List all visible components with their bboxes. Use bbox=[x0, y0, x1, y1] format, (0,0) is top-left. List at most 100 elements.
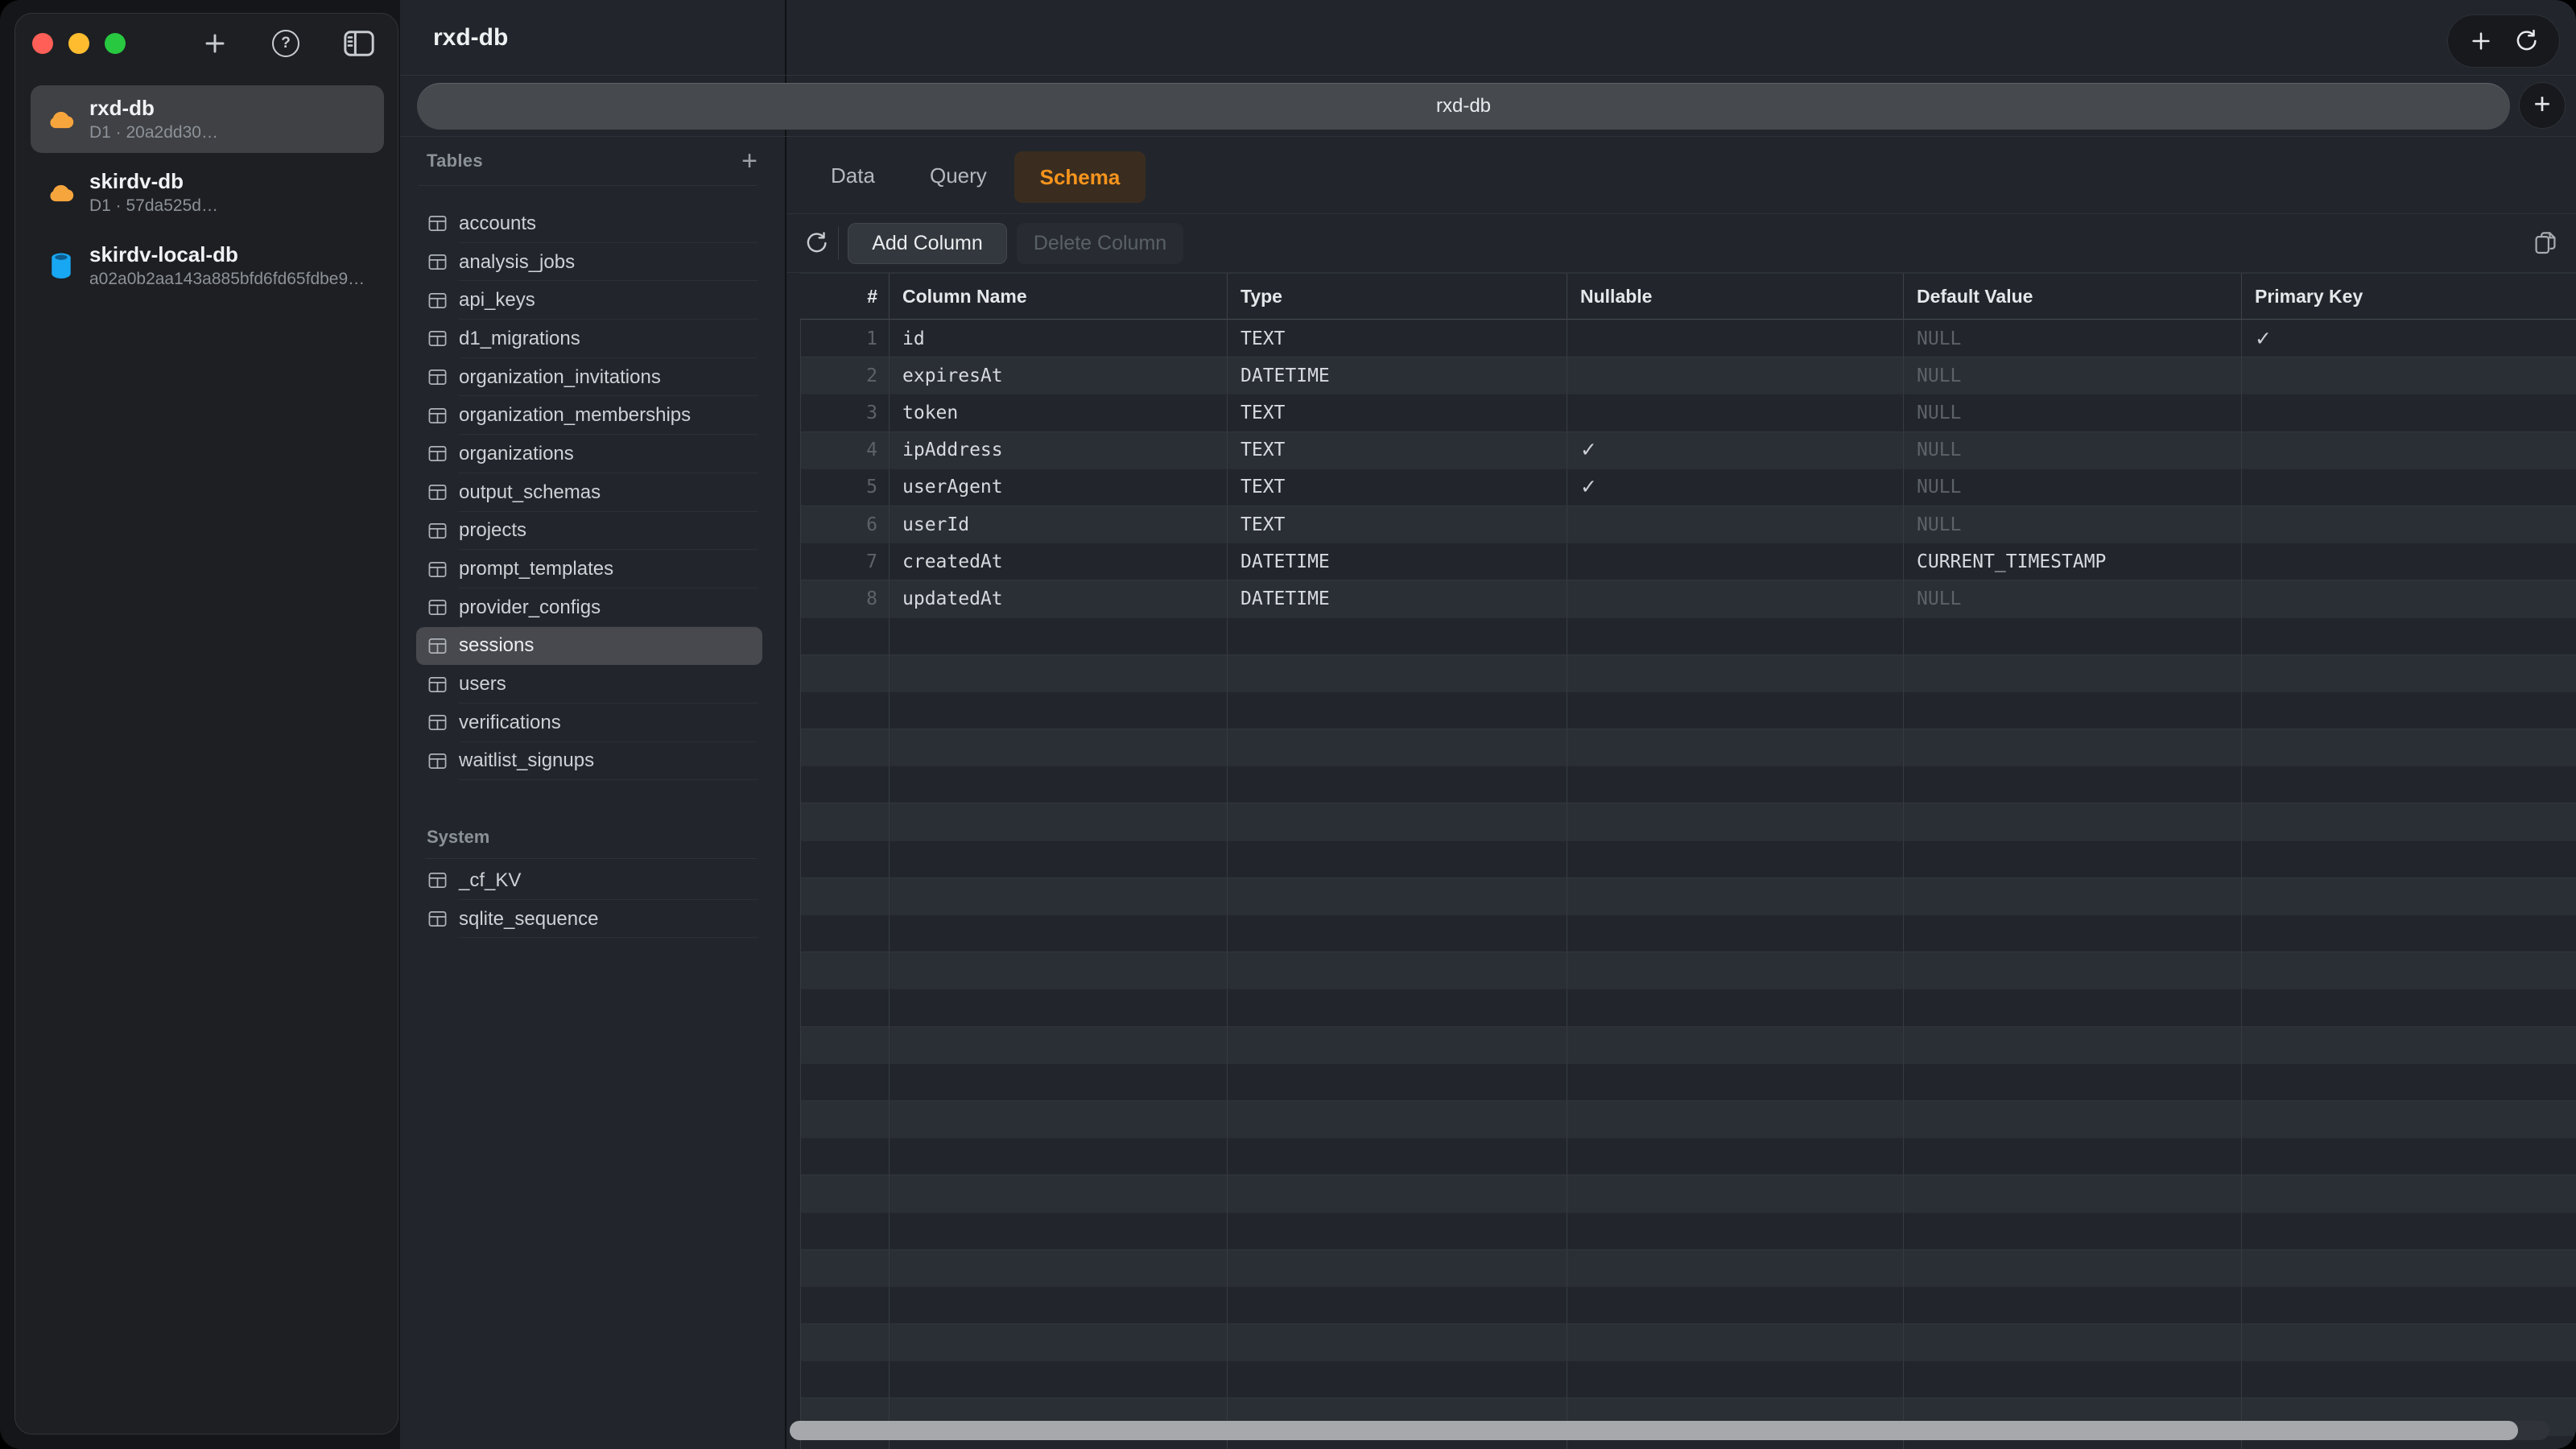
empty-cell bbox=[1903, 952, 2241, 989]
tab-schema[interactable]: Schema bbox=[1014, 151, 1146, 203]
table-name: sessions bbox=[459, 634, 534, 657]
view-tabs: Data Query Schema bbox=[786, 137, 2576, 214]
table-name: accounts bbox=[459, 213, 536, 235]
empty-cell bbox=[2241, 1026, 2576, 1063]
new-connection-button[interactable] bbox=[202, 31, 228, 56]
empty-cell bbox=[2241, 840, 2576, 877]
table-item-provider_configs[interactable]: provider_configs bbox=[416, 588, 762, 627]
table-icon bbox=[428, 483, 447, 502]
row-number: 4 bbox=[800, 431, 889, 469]
row-number: 1 bbox=[800, 320, 889, 357]
row-number: 2 bbox=[800, 357, 889, 394]
tab-data[interactable]: Data bbox=[831, 137, 875, 214]
add-table-button[interactable]: + bbox=[735, 147, 764, 175]
empty-cell bbox=[2241, 1100, 2576, 1137]
primary-key-cell bbox=[2241, 431, 2576, 469]
table-item-projects[interactable]: projects bbox=[416, 512, 762, 551]
empty-cell bbox=[1227, 1174, 1567, 1212]
default-value-cell: NULL bbox=[1903, 506, 2241, 543]
table-name: waitlist_signups bbox=[459, 749, 594, 772]
column-name-cell: ipAddress bbox=[889, 431, 1227, 469]
table-name: organization_invitations bbox=[459, 366, 661, 389]
horizontal-scrollbar-track[interactable] bbox=[790, 1421, 2549, 1440]
header-cell-num[interactable]: # bbox=[800, 274, 889, 319]
table-icon bbox=[428, 910, 447, 928]
table-item-output_schemas[interactable]: output_schemas bbox=[416, 473, 762, 512]
schema-row-ipAddress[interactable]: 4ipAddressTEXT✓NULL bbox=[800, 431, 2576, 469]
schema-row-userAgent[interactable]: 5userAgentTEXT✓NULL bbox=[800, 469, 2576, 506]
connection-id: a02a0b2aa143a885bfd6fd65fdbe9… bbox=[89, 270, 365, 288]
table-item-accounts[interactable]: accounts bbox=[416, 204, 762, 243]
column-name-cell: token bbox=[889, 394, 1227, 431]
empty-cell bbox=[2241, 1063, 2576, 1100]
header-cell-column-name[interactable]: Column Name bbox=[889, 274, 1227, 319]
table-name: sqlite_sequence bbox=[459, 908, 598, 931]
schema-rows: 1idTEXTNULL✓2expiresAtDATETIMENULL3token… bbox=[800, 320, 2576, 1449]
table-name: api_keys bbox=[459, 289, 535, 312]
refresh-schema-button[interactable] bbox=[804, 231, 828, 255]
empty-row bbox=[800, 1286, 2576, 1323]
schema-toolbar: Add Column Delete Column bbox=[786, 214, 2576, 273]
schema-row-token[interactable]: 3tokenTEXTNULL bbox=[800, 394, 2576, 431]
connection-item-skirdv-local-db[interactable]: skirdv-local-dba02a0b2aa143a885bfd6fd65f… bbox=[31, 232, 384, 299]
empty-row bbox=[800, 654, 2576, 691]
new-tab-button[interactable] bbox=[2469, 29, 2493, 53]
type-cell: TEXT bbox=[1227, 320, 1567, 357]
table-name: organizations bbox=[459, 443, 574, 465]
schema-row-id[interactable]: 1idTEXTNULL✓ bbox=[800, 320, 2576, 357]
table-item-d1_migrations[interactable]: d1_migrations bbox=[416, 320, 762, 358]
nullable-cell: ✓ bbox=[1567, 469, 1903, 506]
empty-cell bbox=[889, 1137, 1227, 1174]
delete-column-button[interactable]: Delete Column bbox=[1017, 223, 1183, 264]
schema-row-userId[interactable]: 6userIdTEXTNULL bbox=[800, 506, 2576, 543]
header-cell-type[interactable]: Type bbox=[1227, 274, 1567, 319]
connection-item-skirdv-db[interactable]: skirdv-dbD1 · 57da525d… bbox=[31, 159, 384, 226]
empty-cell bbox=[1903, 1174, 2241, 1212]
section-rule bbox=[419, 185, 757, 186]
empty-cell bbox=[1567, 914, 1903, 952]
add-column-button[interactable]: Add Column bbox=[848, 223, 1007, 264]
empty-cell bbox=[1567, 1174, 1903, 1212]
table-item-api_keys[interactable]: api_keys bbox=[416, 281, 762, 320]
table-item-organization_memberships[interactable]: organization_memberships bbox=[416, 396, 762, 435]
table-item-sqlite_sequence[interactable]: sqlite_sequence bbox=[416, 900, 762, 939]
header-cell-default-value[interactable]: Default Value bbox=[1903, 274, 2241, 319]
sidebar-toolbar: ? bbox=[15, 14, 398, 73]
copy-schema-button[interactable] bbox=[2532, 229, 2559, 257]
empty-cell bbox=[1567, 1212, 1903, 1249]
table-item-organization_invitations[interactable]: organization_invitations bbox=[416, 358, 762, 397]
empty-row bbox=[800, 691, 2576, 729]
table-item-_cf_KV[interactable]: _cf_KV bbox=[416, 861, 762, 900]
refresh-button[interactable] bbox=[2514, 29, 2538, 53]
table-item-verifications[interactable]: verifications bbox=[416, 704, 762, 742]
horizontal-scrollbar-thumb[interactable] bbox=[790, 1421, 2518, 1440]
minimize-window-button[interactable] bbox=[68, 33, 89, 54]
schema-row-updatedAt[interactable]: 8updatedAtDATETIMENULL bbox=[800, 580, 2576, 617]
tab-query[interactable]: Query bbox=[930, 137, 987, 214]
empty-row bbox=[800, 1212, 2576, 1249]
add-tab-button[interactable]: + bbox=[2519, 82, 2566, 129]
empty-cell bbox=[800, 766, 889, 803]
table-item-sessions[interactable]: sessions bbox=[416, 627, 762, 666]
table-item-waitlist_signups[interactable]: waitlist_signups bbox=[416, 742, 762, 781]
table-item-users[interactable]: users bbox=[416, 665, 762, 704]
connection-id: D1 · 57da525d… bbox=[89, 196, 218, 215]
help-button[interactable]: ? bbox=[272, 30, 299, 57]
table-item-analysis_jobs[interactable]: analysis_jobs bbox=[416, 243, 762, 282]
table-item-organizations[interactable]: organizations bbox=[416, 435, 762, 473]
empty-cell bbox=[889, 1286, 1227, 1323]
default-value-cell: NULL bbox=[1903, 394, 2241, 431]
header-cell-nullable[interactable]: Nullable bbox=[1567, 274, 1903, 319]
schema-row-createdAt[interactable]: 7createdAtDATETIMECURRENT_TIMESTAMP bbox=[800, 543, 2576, 580]
empty-row bbox=[800, 914, 2576, 952]
close-window-button[interactable] bbox=[32, 33, 53, 54]
zoom-window-button[interactable] bbox=[105, 33, 126, 54]
connection-item-rxd-db[interactable]: rxd-dbD1 · 20a2dd30… bbox=[31, 85, 384, 153]
active-database-tab[interactable]: rxd-db bbox=[417, 83, 2510, 130]
schema-row-expiresAt[interactable]: 2expiresAtDATETIMENULL bbox=[800, 357, 2576, 394]
header-cell-primary-key[interactable]: Primary Key bbox=[2241, 274, 2576, 319]
type-cell: DATETIME bbox=[1227, 580, 1567, 617]
table-name: verifications bbox=[459, 712, 561, 734]
toggle-sidebar-button[interactable] bbox=[344, 31, 374, 56]
table-item-prompt_templates[interactable]: prompt_templates bbox=[416, 550, 762, 588]
